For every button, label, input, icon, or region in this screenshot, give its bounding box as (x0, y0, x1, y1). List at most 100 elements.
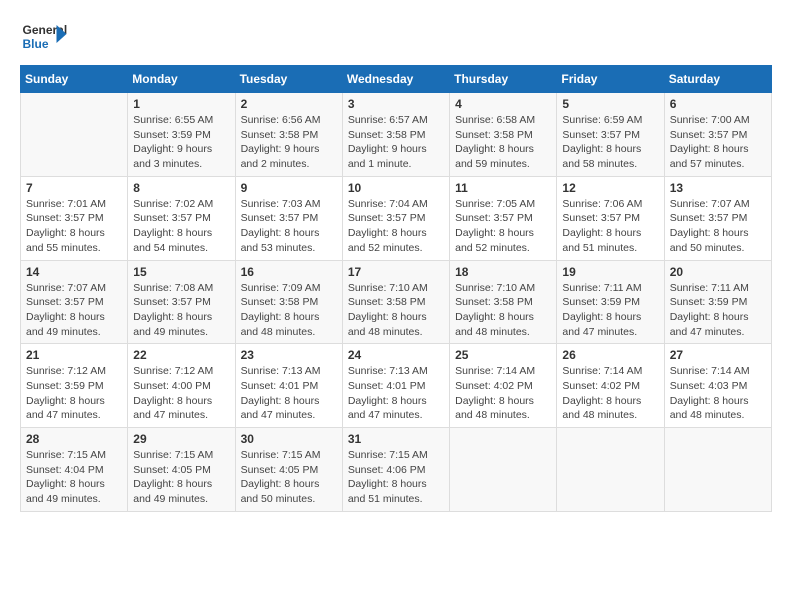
day-number: 28 (26, 432, 122, 446)
day-number: 2 (241, 97, 337, 111)
day-number: 9 (241, 181, 337, 195)
day-info: Sunrise: 7:12 AM Sunset: 4:00 PM Dayligh… (133, 364, 229, 423)
weekday-header-sunday: Sunday (21, 66, 128, 93)
calendar-cell: 12 Sunrise: 7:06 AM Sunset: 3:57 PM Dayli… (557, 176, 664, 260)
day-info: Sunrise: 7:15 AM Sunset: 4:04 PM Dayligh… (26, 448, 122, 507)
weekday-header-friday: Friday (557, 66, 664, 93)
day-number: 23 (241, 348, 337, 362)
day-number: 8 (133, 181, 229, 195)
weekday-header-tuesday: Tuesday (235, 66, 342, 93)
calendar-cell: 17Sunrise: 7:10 AM Sunset: 3:58 PM Dayli… (342, 260, 449, 344)
day-info: Sunrise: 7:08 AM Sunset: 3:57 PM Dayligh… (133, 281, 229, 340)
day-info: Sunrise: 7:00 AM Sunset: 3:57 PM Dayligh… (670, 113, 766, 172)
day-number: 5 (562, 97, 658, 111)
logo: General Blue (20, 20, 75, 55)
day-number: 13 (670, 181, 766, 195)
day-info: Sunrise: 7:14 AM Sunset: 4:02 PM Dayligh… (455, 364, 551, 423)
logo-icon: General Blue (20, 20, 75, 55)
calendar-cell: 22 Sunrise: 7:12 AM Sunset: 4:00 PM Dayli… (128, 344, 235, 428)
day-number: 27 (670, 348, 766, 362)
day-info: Sunrise: 7:15 AM Sunset: 4:05 PM Dayligh… (241, 448, 337, 507)
weekday-header-thursday: Thursday (450, 66, 557, 93)
calendar-cell: 8Sunrise: 7:02 AM Sunset: 3:57 PM Daylig… (128, 176, 235, 260)
calendar-cell (450, 428, 557, 512)
week-row-4: 21Sunrise: 7:12 AM Sunset: 3:59 PM Dayli… (21, 344, 772, 428)
calendar-cell: 6Sunrise: 7:00 AM Sunset: 3:57 PM Daylig… (664, 93, 771, 177)
calendar-cell: 13 Sunrise: 7:07 AM Sunset: 3:57 PM Dayli… (664, 176, 771, 260)
svg-text:Blue: Blue (23, 37, 49, 51)
weekday-header-row: SundayMondayTuesdayWednesdayThursdayFrid… (21, 66, 772, 93)
calendar-cell: 3 Sunrise: 6:57 AM Sunset: 3:58 PM Daylig… (342, 93, 449, 177)
calendar-cell: 23 Sunrise: 7:13 AM Sunset: 4:01 PM Dayli… (235, 344, 342, 428)
calendar-cell: 21Sunrise: 7:12 AM Sunset: 3:59 PM Dayli… (21, 344, 128, 428)
calendar-cell: 19Sunrise: 7:11 AM Sunset: 3:59 PM Dayli… (557, 260, 664, 344)
calendar-table: SundayMondayTuesdayWednesdayThursdayFrid… (20, 65, 772, 512)
day-info: Sunrise: 7:14 AM Sunset: 4:03 PM Dayligh… (670, 364, 766, 423)
calendar-cell: 7Sunrise: 7:01 AM Sunset: 3:57 PM Daylig… (21, 176, 128, 260)
day-info: Sunrise: 7:13 AM Sunset: 4:01 PM Dayligh… (241, 364, 337, 423)
day-number: 19 (562, 265, 658, 279)
day-info: Sunrise: 7:09 AM Sunset: 3:58 PM Dayligh… (241, 281, 337, 340)
day-number: 12 (562, 181, 658, 195)
calendar-cell: 27 Sunrise: 7:14 AM Sunset: 4:03 PM Dayli… (664, 344, 771, 428)
day-info: Sunrise: 7:15 AM Sunset: 4:06 PM Dayligh… (348, 448, 444, 507)
day-number: 10 (348, 181, 444, 195)
calendar-cell (21, 93, 128, 177)
day-info: Sunrise: 7:15 AM Sunset: 4:05 PM Dayligh… (133, 448, 229, 507)
day-number: 4 (455, 97, 551, 111)
day-info: Sunrise: 7:07 AM Sunset: 3:57 PM Dayligh… (26, 281, 122, 340)
calendar-cell: 26 Sunrise: 7:14 AM Sunset: 4:02 PM Dayli… (557, 344, 664, 428)
week-row-2: 7Sunrise: 7:01 AM Sunset: 3:57 PM Daylig… (21, 176, 772, 260)
day-number: 30 (241, 432, 337, 446)
day-info: Sunrise: 7:06 AM Sunset: 3:57 PM Dayligh… (562, 197, 658, 256)
day-info: Sunrise: 7:04 AM Sunset: 3:57 PM Dayligh… (348, 197, 444, 256)
calendar-cell: 1 Sunrise: 6:55 AM Sunset: 3:59 PM Daylig… (128, 93, 235, 177)
calendar-cell (664, 428, 771, 512)
day-number: 15 (133, 265, 229, 279)
calendar-cell: 14Sunrise: 7:07 AM Sunset: 3:57 PM Dayli… (21, 260, 128, 344)
day-number: 21 (26, 348, 122, 362)
calendar-cell: 20 Sunrise: 7:11 AM Sunset: 3:59 PM Dayli… (664, 260, 771, 344)
day-number: 20 (670, 265, 766, 279)
day-number: 17 (348, 265, 444, 279)
calendar-cell: 29 Sunrise: 7:15 AM Sunset: 4:05 PM Dayli… (128, 428, 235, 512)
day-number: 24 (348, 348, 444, 362)
calendar-cell: 4 Sunrise: 6:58 AM Sunset: 3:58 PM Daylig… (450, 93, 557, 177)
calendar-cell: 30 Sunrise: 7:15 AM Sunset: 4:05 PM Dayli… (235, 428, 342, 512)
day-info: Sunrise: 6:59 AM Sunset: 3:57 PM Dayligh… (562, 113, 658, 172)
day-info: Sunrise: 7:11 AM Sunset: 3:59 PM Dayligh… (670, 281, 766, 340)
day-number: 22 (133, 348, 229, 362)
calendar-cell: 9 Sunrise: 7:03 AM Sunset: 3:57 PM Daylig… (235, 176, 342, 260)
calendar-cell: 15 Sunrise: 7:08 AM Sunset: 3:57 PM Dayli… (128, 260, 235, 344)
day-info: Sunrise: 7:05 AM Sunset: 3:57 PM Dayligh… (455, 197, 551, 256)
day-number: 1 (133, 97, 229, 111)
weekday-header-saturday: Saturday (664, 66, 771, 93)
day-info: Sunrise: 6:57 AM Sunset: 3:58 PM Dayligh… (348, 113, 444, 172)
day-info: Sunrise: 6:58 AM Sunset: 3:58 PM Dayligh… (455, 113, 551, 172)
day-info: Sunrise: 7:14 AM Sunset: 4:02 PM Dayligh… (562, 364, 658, 423)
day-number: 16 (241, 265, 337, 279)
day-info: Sunrise: 6:56 AM Sunset: 3:58 PM Dayligh… (241, 113, 337, 172)
day-number: 7 (26, 181, 122, 195)
calendar-cell (557, 428, 664, 512)
calendar-cell: 10 Sunrise: 7:04 AM Sunset: 3:57 PM Dayli… (342, 176, 449, 260)
week-row-1: 1 Sunrise: 6:55 AM Sunset: 3:59 PM Daylig… (21, 93, 772, 177)
calendar-cell: 5 Sunrise: 6:59 AM Sunset: 3:57 PM Daylig… (557, 93, 664, 177)
day-number: 31 (348, 432, 444, 446)
day-info: Sunrise: 7:03 AM Sunset: 3:57 PM Dayligh… (241, 197, 337, 256)
calendar-cell: 16 Sunrise: 7:09 AM Sunset: 3:58 PM Dayli… (235, 260, 342, 344)
calendar-cell: 25 Sunrise: 7:14 AM Sunset: 4:02 PM Dayli… (450, 344, 557, 428)
day-number: 25 (455, 348, 551, 362)
day-number: 26 (562, 348, 658, 362)
day-info: Sunrise: 6:55 AM Sunset: 3:59 PM Dayligh… (133, 113, 229, 172)
day-info: Sunrise: 7:13 AM Sunset: 4:01 PM Dayligh… (348, 364, 444, 423)
calendar-cell: 24 Sunrise: 7:13 AM Sunset: 4:01 PM Dayli… (342, 344, 449, 428)
header: General Blue (20, 20, 772, 55)
day-info: Sunrise: 7:07 AM Sunset: 3:57 PM Dayligh… (670, 197, 766, 256)
day-number: 29 (133, 432, 229, 446)
day-info: Sunrise: 7:10 AM Sunset: 3:58 PM Dayligh… (455, 281, 551, 340)
weekday-header-monday: Monday (128, 66, 235, 93)
calendar-cell: 31 Sunrise: 7:15 AM Sunset: 4:06 PM Dayli… (342, 428, 449, 512)
day-number: 3 (348, 97, 444, 111)
week-row-5: 28 Sunrise: 7:15 AM Sunset: 4:04 PM Dayli… (21, 428, 772, 512)
